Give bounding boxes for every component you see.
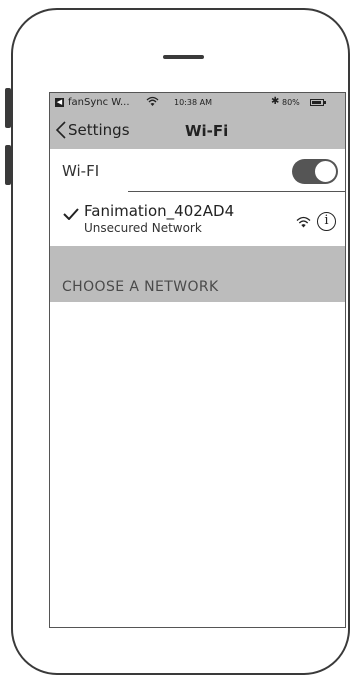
checkmark-icon xyxy=(63,208,79,220)
wifi-toggle-row: Wi-FI xyxy=(50,149,345,191)
nav-bar: Settings Wi-Fi xyxy=(50,113,345,149)
phone-speaker xyxy=(163,55,204,59)
network-name: Fanimation_402AD4 xyxy=(84,202,235,220)
section-header: CHOOSE A NETWORK xyxy=(50,246,345,302)
wifi-label: Wi-FI xyxy=(62,162,100,180)
info-icon[interactable]: i xyxy=(317,212,336,231)
network-security: Unsecured Network xyxy=(84,221,202,235)
top-bar: ◀ fanSync W... 10:38 AM ✱ 80% Settings W… xyxy=(50,93,345,149)
battery-percent: 80% xyxy=(282,98,300,107)
status-app-name: fanSync W... xyxy=(68,97,130,108)
wifi-signal-icon xyxy=(296,216,311,228)
wifi-icon xyxy=(146,96,159,106)
page-title: Wi-Fi xyxy=(185,122,229,140)
back-label: Settings xyxy=(68,121,130,139)
status-bar: ◀ fanSync W... 10:38 AM ✱ 80% xyxy=(50,93,345,113)
status-time: 10:38 AM xyxy=(174,98,212,107)
bluetooth-icon: ✱ xyxy=(271,96,280,107)
toggle-knob xyxy=(314,160,337,183)
phone-screen: ◀ fanSync W... 10:38 AM ✱ 80% Settings W… xyxy=(49,92,346,628)
network-row[interactable]: Fanimation_402AD4 Unsecured Network i xyxy=(50,192,345,244)
back-app-icon: ◀ xyxy=(55,98,64,107)
chevron-left-icon xyxy=(56,121,66,139)
back-button[interactable]: Settings xyxy=(56,121,130,139)
section-title: CHOOSE A NETWORK xyxy=(62,279,219,295)
battery-icon xyxy=(310,99,326,106)
phone-frame: ◀ fanSync W... 10:38 AM ✱ 80% Settings W… xyxy=(11,8,350,675)
wifi-toggle[interactable] xyxy=(292,159,338,184)
